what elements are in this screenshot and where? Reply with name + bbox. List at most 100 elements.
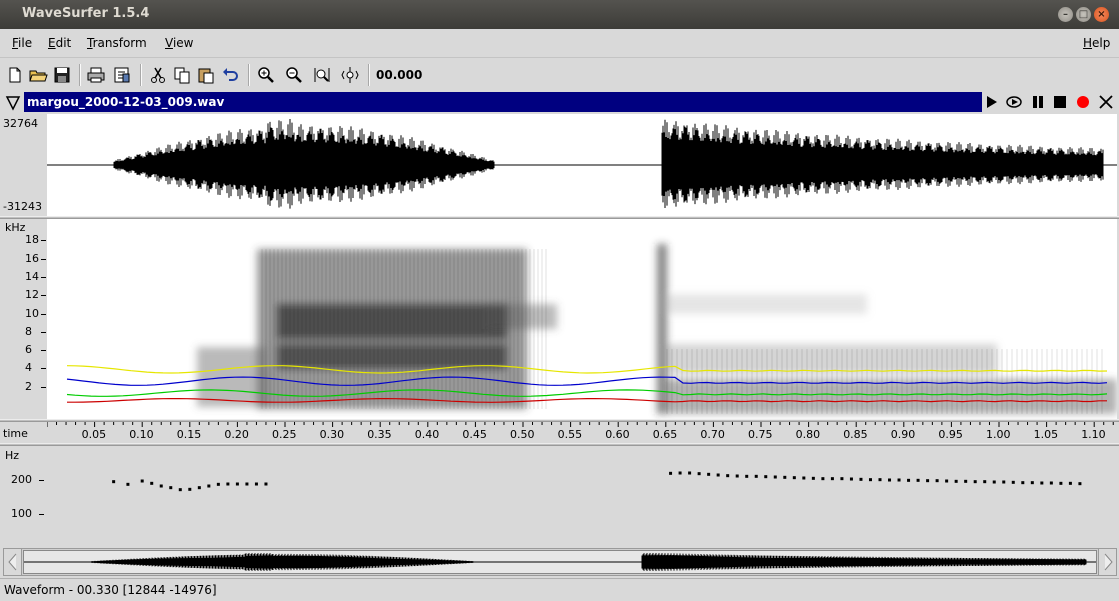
time-axis-label: time xyxy=(3,427,28,440)
open-folder-icon[interactable] xyxy=(28,65,48,85)
pitch-point xyxy=(973,480,977,484)
pitch-point xyxy=(159,484,163,488)
time-tick-label: 0.65 xyxy=(652,428,678,441)
scroll-thumb[interactable] xyxy=(23,550,1097,574)
pitch-pane[interactable] xyxy=(47,446,1117,546)
time-tick-label: 0.90 xyxy=(890,428,916,441)
pitch-tick-label: 200 xyxy=(11,473,32,487)
maximize-icon[interactable]: □ xyxy=(1076,7,1091,22)
minimize-icon[interactable]: – xyxy=(1058,7,1073,22)
cut-icon[interactable] xyxy=(148,65,168,85)
time-tick-label: 0.55 xyxy=(557,428,583,441)
pitch-point xyxy=(140,479,144,483)
scroll-right-icon[interactable] xyxy=(1098,549,1116,575)
window-title: WaveSurfer 1.5.4 xyxy=(22,6,150,21)
pitch-point xyxy=(859,477,863,481)
pitch-point xyxy=(150,481,154,485)
spectrogram-tick-mark xyxy=(41,240,46,242)
spectrogram-tick-label: 6 xyxy=(25,343,32,357)
pitch-point xyxy=(764,475,768,479)
spectrogram-tick-mark xyxy=(41,386,46,388)
play-loop-icon[interactable] xyxy=(1005,94,1023,110)
pitch-unit-label: Hz xyxy=(5,449,20,462)
menu-transform[interactable]: Transform xyxy=(87,36,147,50)
undo-icon[interactable] xyxy=(220,65,240,85)
waveform-trace-path xyxy=(113,119,1104,209)
menu-edit[interactable]: Edit xyxy=(48,36,71,50)
pitch-point xyxy=(688,471,692,475)
pitch-point xyxy=(964,479,968,483)
play-icon[interactable] xyxy=(983,94,1001,110)
pitch-plot xyxy=(112,471,1082,492)
pitch-point xyxy=(745,474,749,478)
time-tick-label: 0.95 xyxy=(938,428,963,441)
pitch-point xyxy=(830,477,834,481)
time-tick-label: 0.45 xyxy=(462,428,487,441)
spectrogram-pane[interactable] xyxy=(47,219,1117,419)
pitch-point xyxy=(126,482,130,486)
scroll-left-icon[interactable] xyxy=(4,549,22,575)
pitch-point xyxy=(897,478,901,482)
pitch-point xyxy=(792,476,796,480)
pitch-point xyxy=(1078,482,1082,486)
close-window-icon[interactable]: × xyxy=(1094,7,1109,22)
zoom-to-selection-icon[interactable] xyxy=(312,65,332,85)
menu-view[interactable]: View xyxy=(165,36,193,50)
time-tick-label: 0.20 xyxy=(224,428,249,441)
spectrogram-unit-label: kHz xyxy=(5,221,26,234)
waveform-pane[interactable] xyxy=(47,114,1117,216)
collapse-triangle-icon[interactable] xyxy=(5,93,21,111)
sound-header: margou_2000-12-03_009.wav xyxy=(3,91,1117,113)
properties-icon[interactable] xyxy=(112,65,132,85)
pitch-point xyxy=(926,479,930,483)
spectrogram-tick-mark xyxy=(41,350,46,352)
spectrogram-tick-label: 2 xyxy=(25,379,32,393)
time-tick-label: 0.25 xyxy=(272,428,297,441)
pitch-point xyxy=(849,477,853,481)
zoom-out-icon[interactable] xyxy=(284,65,304,85)
pitch-point xyxy=(1002,480,1006,484)
pitch-point xyxy=(726,474,730,478)
save-icon[interactable] xyxy=(52,65,72,85)
toolbar-separator xyxy=(140,64,142,86)
spectrogram-tick-mark xyxy=(41,258,46,260)
menu-help[interactable]: Help xyxy=(1083,36,1110,50)
zoom-all-icon[interactable] xyxy=(340,65,360,85)
pitch-point xyxy=(783,475,787,479)
zoom-in-icon[interactable] xyxy=(256,65,276,85)
stop-icon[interactable] xyxy=(1051,94,1069,110)
pitch-point xyxy=(888,478,892,482)
pitch-point xyxy=(216,482,220,486)
pitch-point xyxy=(254,482,258,486)
time-axis[interactable]: 0.05 0.10 0.15 0.20 0.25 0.30 0.35 0.40 0.45 0.50… xyxy=(46,422,1117,443)
print-icon[interactable] xyxy=(86,65,106,85)
pitch-y-axis: Hz 200 100 xyxy=(3,446,46,546)
pitch-point xyxy=(878,478,882,482)
spectrogram-tick-mark xyxy=(41,276,46,278)
pitch-point xyxy=(916,478,920,482)
spectrogram-plot xyxy=(66,244,1117,414)
pitch-point xyxy=(945,479,949,483)
toolbar: 00.000 xyxy=(0,60,1119,90)
close-sound-icon[interactable] xyxy=(1097,94,1115,110)
pause-icon[interactable] xyxy=(1029,94,1047,110)
pitch-point xyxy=(773,475,777,479)
waveform-y-axis: 32764 -31243 xyxy=(3,114,46,216)
time-tick-label: 0.30 xyxy=(319,428,345,441)
spectrogram-tick-label: 14 xyxy=(25,269,39,283)
record-icon[interactable] xyxy=(1074,94,1092,110)
pitch-point xyxy=(1011,480,1015,484)
copy-icon[interactable] xyxy=(172,65,192,85)
menu-file[interactable]: File xyxy=(12,36,32,50)
pitch-tick-mark xyxy=(39,513,44,515)
pitch-point xyxy=(735,474,739,478)
pitch-point xyxy=(264,482,268,486)
pitch-point xyxy=(112,480,116,484)
spectrogram-tick-label: 8 xyxy=(25,324,32,338)
overview-scrollbar[interactable] xyxy=(3,548,1117,576)
spectrogram-tick-mark xyxy=(41,331,46,333)
pitch-point xyxy=(697,472,701,476)
paste-icon[interactable] xyxy=(196,65,216,85)
spectrogram-tick-label: 16 xyxy=(25,251,39,265)
new-file-icon[interactable] xyxy=(5,65,25,85)
